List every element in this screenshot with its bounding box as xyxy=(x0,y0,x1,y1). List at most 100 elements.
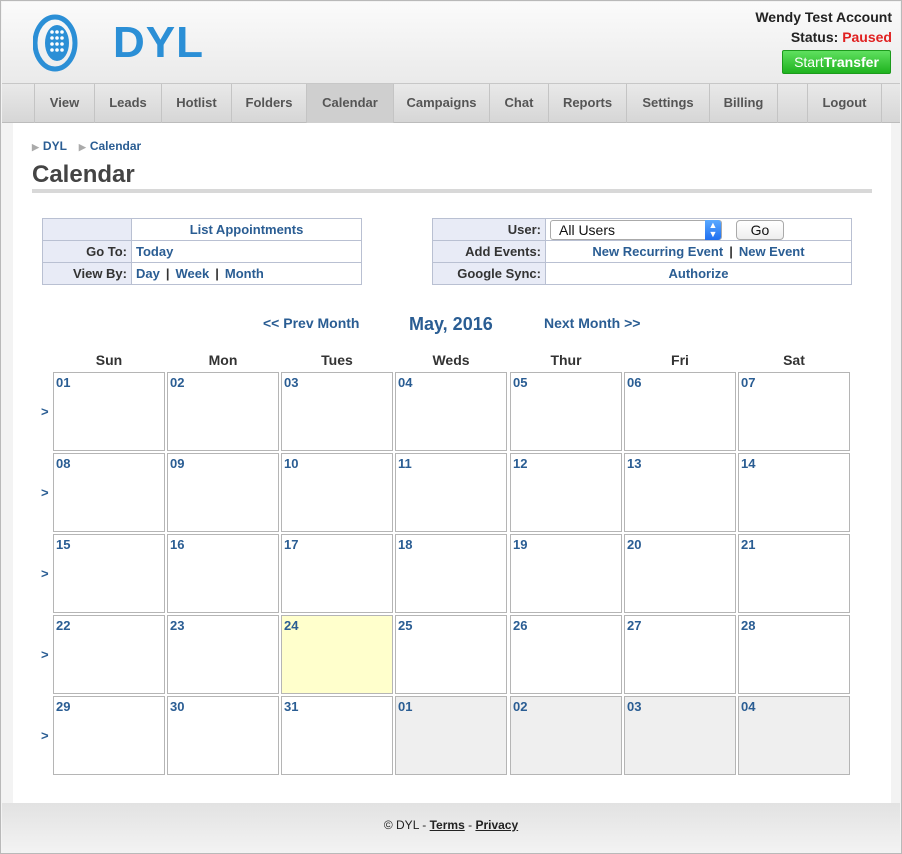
calendar-day-cell-today[interactable]: 24 xyxy=(281,615,393,694)
prev-month-link[interactable]: << Prev Month xyxy=(263,315,359,331)
day-number[interactable]: 13 xyxy=(627,456,641,471)
breadcrumb-calendar[interactable]: Calendar xyxy=(90,139,141,153)
calendar-day-cell[interactable]: 04 xyxy=(395,372,507,451)
calendar-day-cell[interactable]: 01 xyxy=(53,372,165,451)
day-number[interactable]: 18 xyxy=(398,537,412,552)
day-number[interactable]: 03 xyxy=(627,699,641,714)
calendar-day-cell-next-month[interactable]: 02 xyxy=(510,696,622,775)
calendar-day-cell[interactable]: 07 xyxy=(738,372,850,451)
calendar-day-cell-next-month[interactable]: 03 xyxy=(624,696,736,775)
day-number[interactable]: 27 xyxy=(627,618,641,633)
nav-item-leads[interactable]: Leads xyxy=(94,84,161,123)
day-number[interactable]: 01 xyxy=(398,699,412,714)
calendar-day-cell[interactable]: 21 xyxy=(738,534,850,613)
week-view-arrow[interactable]: > xyxy=(41,404,49,419)
nav-item-chat[interactable]: Chat xyxy=(489,84,548,123)
calendar-day-cell-next-month[interactable]: 01 xyxy=(395,696,507,775)
day-number[interactable]: 14 xyxy=(741,456,755,471)
day-number[interactable]: 29 xyxy=(56,699,70,714)
user-select[interactable]: All Users ▲ ▼ xyxy=(550,219,722,240)
calendar-day-cell[interactable]: 25 xyxy=(395,615,507,694)
day-number[interactable]: 09 xyxy=(170,456,184,471)
calendar-day-cell[interactable]: 13 xyxy=(624,453,736,532)
nav-item-view[interactable]: View xyxy=(34,84,94,123)
calendar-day-cell[interactable]: 10 xyxy=(281,453,393,532)
calendar-day-cell[interactable]: 09 xyxy=(167,453,279,532)
day-number[interactable]: 11 xyxy=(398,456,412,471)
nav-item-calendar[interactable]: Calendar xyxy=(306,84,393,123)
day-number[interactable]: 10 xyxy=(284,456,298,471)
day-number[interactable]: 04 xyxy=(741,699,755,714)
nav-item-logout[interactable]: Logout xyxy=(807,84,881,123)
day-number[interactable]: 23 xyxy=(170,618,184,633)
day-number[interactable]: 03 xyxy=(284,375,298,390)
week-view-arrow[interactable]: > xyxy=(41,728,49,743)
calendar-day-cell[interactable]: 02 xyxy=(167,372,279,451)
day-number[interactable]: 21 xyxy=(741,537,755,552)
calendar-day-cell[interactable]: 23 xyxy=(167,615,279,694)
terms-link[interactable]: Terms xyxy=(430,818,465,832)
day-number[interactable]: 04 xyxy=(398,375,412,390)
day-number[interactable]: 31 xyxy=(284,699,298,714)
calendar-day-cell[interactable]: 05 xyxy=(510,372,622,451)
week-view-arrow[interactable]: > xyxy=(41,485,49,500)
authorize-link[interactable]: Authorize xyxy=(669,266,729,281)
calendar-day-cell[interactable]: 17 xyxy=(281,534,393,613)
day-number[interactable]: 26 xyxy=(513,618,527,633)
view-week-link[interactable]: Week xyxy=(176,266,210,281)
calendar-day-cell[interactable]: 16 xyxy=(167,534,279,613)
nav-item-reports[interactable]: Reports xyxy=(548,84,626,123)
day-number[interactable]: 16 xyxy=(170,537,184,552)
today-link[interactable]: Today xyxy=(136,244,173,259)
week-view-arrow[interactable]: > xyxy=(41,566,49,581)
nav-item-billing[interactable]: Billing xyxy=(709,84,777,123)
calendar-day-cell[interactable]: 20 xyxy=(624,534,736,613)
calendar-day-cell[interactable]: 22 xyxy=(53,615,165,694)
day-number[interactable]: 30 xyxy=(170,699,184,714)
view-day-link[interactable]: Day xyxy=(136,266,160,281)
dyl-logo[interactable]: DYL xyxy=(32,14,203,72)
next-month-link[interactable]: Next Month >> xyxy=(544,315,640,331)
day-number[interactable]: 25 xyxy=(398,618,412,633)
calendar-day-cell[interactable]: 18 xyxy=(395,534,507,613)
nav-item-campaigns[interactable]: Campaigns xyxy=(393,84,489,123)
calendar-day-cell[interactable]: 11 xyxy=(395,453,507,532)
day-number[interactable]: 02 xyxy=(170,375,184,390)
list-appointments-link[interactable]: List Appointments xyxy=(190,222,304,237)
calendar-day-cell[interactable]: 03 xyxy=(281,372,393,451)
day-number[interactable]: 05 xyxy=(513,375,527,390)
calendar-day-cell[interactable]: 31 xyxy=(281,696,393,775)
calendar-day-cell[interactable]: 28 xyxy=(738,615,850,694)
day-number[interactable]: 24 xyxy=(284,618,298,633)
new-recurring-event-link[interactable]: New Recurring Event xyxy=(592,244,723,259)
day-number[interactable]: 22 xyxy=(56,618,70,633)
calendar-day-cell[interactable]: 06 xyxy=(624,372,736,451)
calendar-day-cell[interactable]: 15 xyxy=(53,534,165,613)
day-number[interactable]: 12 xyxy=(513,456,527,471)
day-number[interactable]: 15 xyxy=(56,537,70,552)
calendar-day-cell[interactable]: 19 xyxy=(510,534,622,613)
start-transfer-button[interactable]: StartTransfer xyxy=(782,50,891,74)
breadcrumb-dyl[interactable]: DYL xyxy=(43,139,67,153)
privacy-link[interactable]: Privacy xyxy=(475,818,518,832)
calendar-day-cell[interactable]: 29 xyxy=(53,696,165,775)
nav-item-settings[interactable]: Settings xyxy=(626,84,709,123)
calendar-day-cell[interactable]: 30 xyxy=(167,696,279,775)
calendar-day-cell[interactable]: 12 xyxy=(510,453,622,532)
view-month-link[interactable]: Month xyxy=(225,266,264,281)
new-event-link[interactable]: New Event xyxy=(739,244,805,259)
day-number[interactable]: 08 xyxy=(56,456,70,471)
calendar-day-cell[interactable]: 27 xyxy=(624,615,736,694)
day-number[interactable]: 01 xyxy=(56,375,70,390)
calendar-day-cell[interactable]: 26 xyxy=(510,615,622,694)
go-button[interactable]: Go xyxy=(736,219,784,240)
calendar-day-cell[interactable]: 08 xyxy=(53,453,165,532)
nav-item-hotlist[interactable]: Hotlist xyxy=(161,84,231,123)
day-number[interactable]: 02 xyxy=(513,699,527,714)
day-number[interactable]: 19 xyxy=(513,537,527,552)
day-number[interactable]: 28 xyxy=(741,618,755,633)
day-number[interactable]: 20 xyxy=(627,537,641,552)
day-number[interactable]: 17 xyxy=(284,537,298,552)
week-view-arrow[interactable]: > xyxy=(41,647,49,662)
day-number[interactable]: 07 xyxy=(741,375,755,390)
